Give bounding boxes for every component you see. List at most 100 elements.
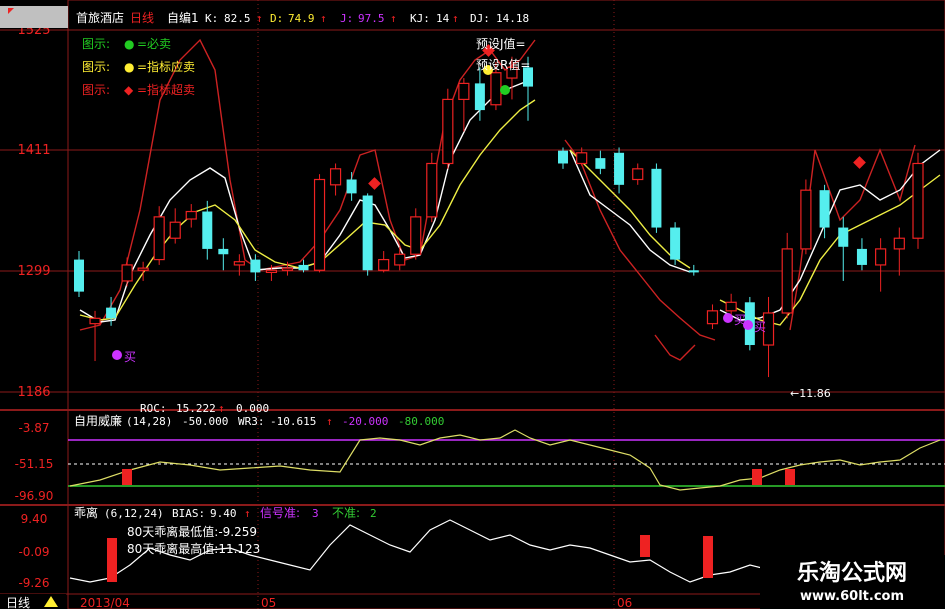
date-label-1: 2013/04 [80,596,130,609]
buy-signal-dot-2 [723,313,733,323]
stock-chart-svg[interactable]: 1525 1411 1299 1186 买 买 买 ←11.86 首旅酒店 日线… [0,0,945,609]
wr-level-value-1: -20.000 [342,415,388,428]
j-value: 97.5 [358,12,385,25]
candle-body [121,264,133,282]
d-label: D: [270,12,283,25]
candle-body [169,221,181,239]
candle-body [233,261,245,266]
candle-body [218,248,229,255]
candle-body [614,152,625,185]
indicator-line-yellow [79,99,536,321]
wr-tick-bottom: -96.90 [15,489,54,503]
kj-value: 14 [436,12,450,25]
date-label-2: 05 [261,596,276,609]
candle-body [346,179,357,194]
candle-body [474,83,485,111]
bias-title: 乖离 [74,505,98,520]
candle-body [458,82,470,101]
buy-signal-dot-3 [743,320,753,330]
candle-body [856,248,867,265]
candle-body [688,270,699,273]
wr-line [69,429,941,491]
bias-tick-top: 9.40 [21,512,48,526]
candle-body [442,98,454,165]
preset-r-note: 预设R值= [476,57,530,72]
wr3-value: -10.615 [270,415,316,428]
candle-body [558,150,568,164]
candle-body [89,317,101,325]
candle-body [781,248,793,314]
signal-label: 信号准: [260,506,300,520]
kj-label: KJ: [410,12,430,25]
legend-marker-3: ◆ [124,83,134,97]
candle-body [106,307,117,319]
wr-level-value-2: -80.000 [398,415,444,428]
wr-tick-top: -3.87 [18,421,49,435]
legend-text-2: =指标应卖 [137,59,195,74]
legend-marker-2: ● [124,60,134,74]
candle-body [137,267,149,271]
wr-params: (14,28) [126,415,172,428]
roc-arrow: ↑ [218,402,225,415]
bias-signal-bar-1 [107,538,117,582]
candle-body [74,259,84,292]
candle-body [595,158,606,169]
watermark-url: www.60lt.com [800,589,904,604]
candle-body [185,210,197,220]
wr-tick-mid: -51.15 [15,457,54,471]
low-annotation: ←11.86 [790,387,831,400]
indicator-line-red-3 [654,334,696,361]
bias-min-note: 80天乖离最低值:-9.259 [127,524,257,539]
period-label[interactable]: 日线 [130,11,154,25]
inaccurate-label: 不准: [332,506,360,520]
candle-body [912,162,924,239]
wr-signal-bar-1 [122,469,132,485]
candle-body [490,72,502,106]
bias-signal-bar-2 [640,535,650,557]
candle-body [706,310,719,325]
wr-value-1: -50.000 [182,415,228,428]
wr3-arrow: ↑ [326,415,333,428]
bias-params: (6,12,24) [104,507,164,520]
bias-label: BIAS: [172,507,205,520]
watermark-title: 乐淘公式网 [797,560,907,586]
dj-value: 14.18 [496,12,529,25]
buy-signal-dot-1 [112,350,122,360]
bias-max-note: 80天乖离最高值:11.123 [127,541,260,556]
period-tab[interactable]: 日线 [6,596,30,609]
legend-text-3: =指标超卖 [137,82,195,97]
candle-body [281,267,294,271]
candle-body [378,258,390,271]
candle-body [153,216,165,261]
candle-body [410,216,422,255]
signal-value: 3 [312,507,319,520]
candle-body [576,152,588,165]
bias-arrow: ↑ [244,507,251,520]
d-value: 74.9 [288,12,315,25]
oversold-diamond-2 [853,156,866,169]
candle-body [329,168,342,186]
wr-signal-bar-2 [752,469,762,485]
legend-prefix-2: 图示: [82,60,110,74]
price-tick-1411: 1411 [17,143,50,158]
candle-body [725,301,737,312]
oversold-diamond-1 [368,177,381,190]
bias-value: 9.40 [210,507,237,520]
bias-tick-mid: -0.09 [18,545,49,559]
candle-body [298,264,309,271]
candle-body [670,227,681,260]
inaccurate-value: 2 [370,507,377,520]
buy-label-1: 买 [124,350,136,364]
j-arrow: ↑ [390,12,397,25]
wr3-label: WR3: [238,415,265,428]
preset-j-note: 预设J值= [476,36,526,51]
kj-arrow: ↑ [452,12,459,25]
k-label: K: [205,12,218,25]
d-arrow: ↑ [320,12,327,25]
date-label-3: 06 [617,596,632,609]
stock-name[interactable]: 首旅酒店 [76,11,124,25]
candle-body [800,189,812,250]
candle-body [893,237,905,250]
candle-body [632,168,644,181]
candlestick-series [74,56,924,378]
